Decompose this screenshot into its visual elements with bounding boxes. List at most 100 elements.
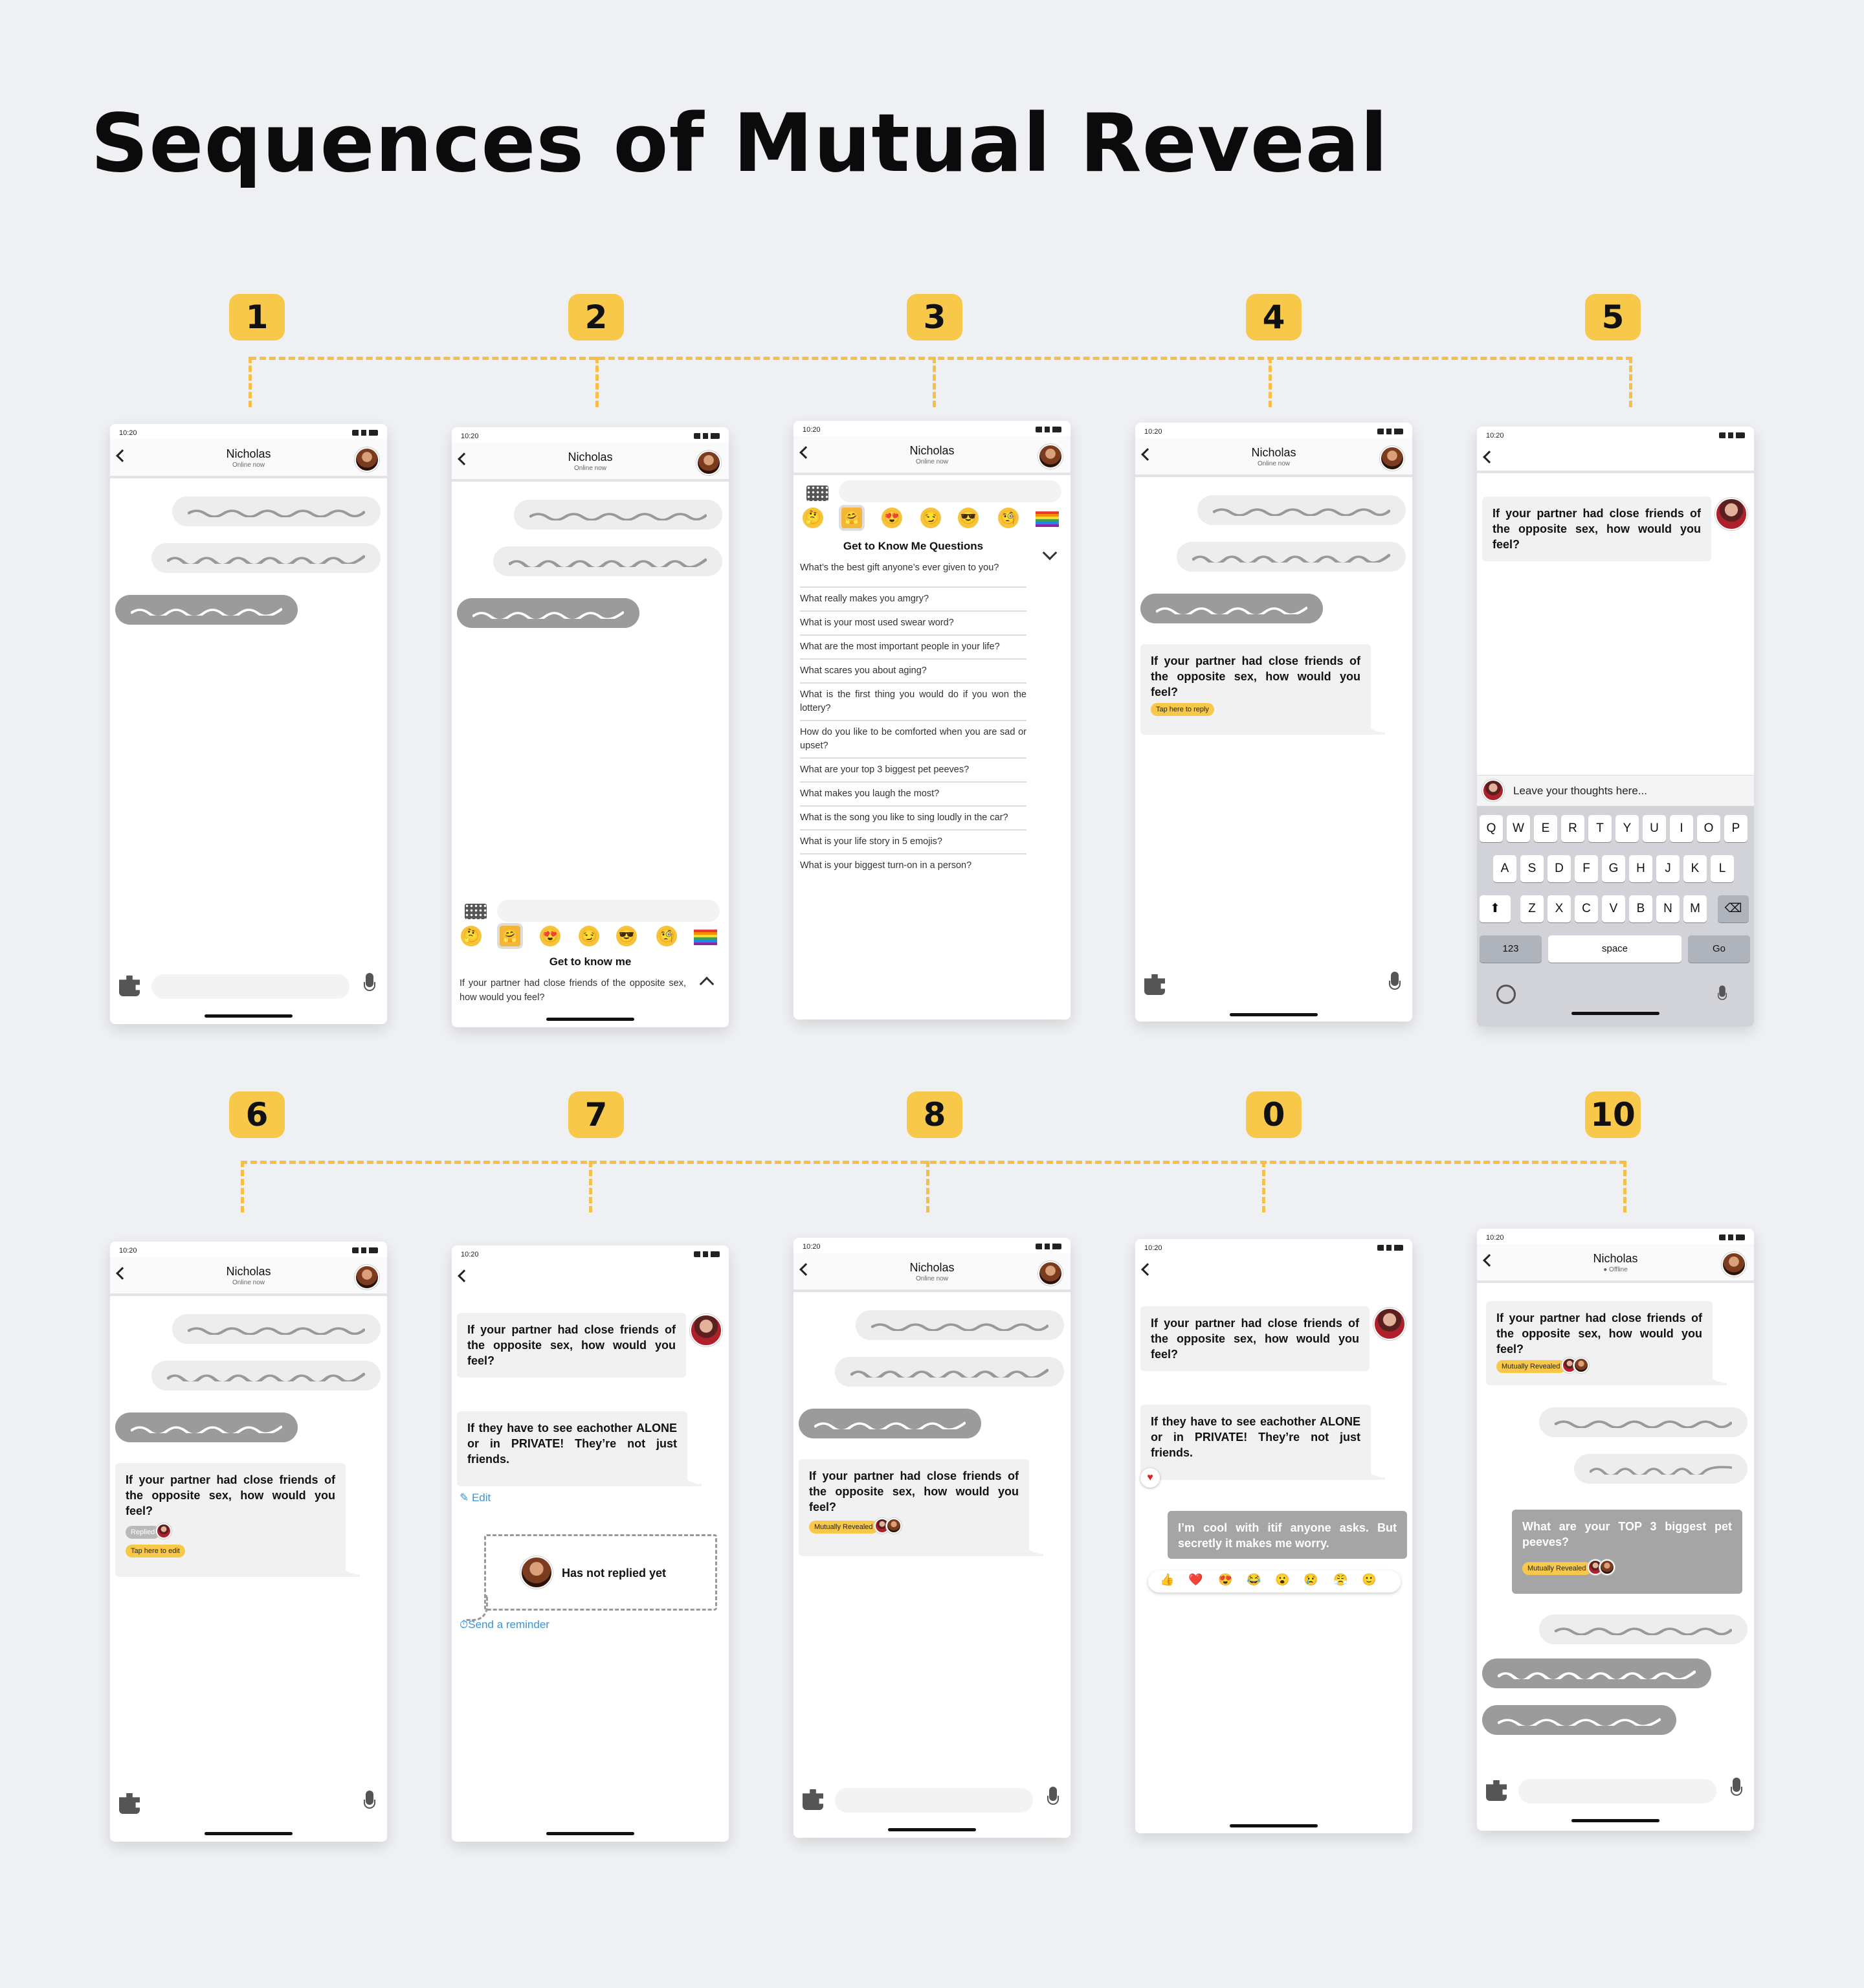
shift-key-icon[interactable]: ⬆ bbox=[1480, 895, 1511, 922]
suggested-question[interactable]: If your partner had close friends of the… bbox=[460, 976, 686, 1005]
key[interactable]: E bbox=[1534, 815, 1557, 842]
emoji-thinking[interactable]: 🤔 bbox=[803, 508, 823, 528]
key[interactable]: T bbox=[1588, 815, 1612, 842]
emoji-hug[interactable]: 🤗 bbox=[841, 508, 862, 528]
key[interactable]: F bbox=[1575, 855, 1598, 882]
puzzle-icon[interactable] bbox=[1144, 974, 1165, 995]
key[interactable]: S bbox=[1520, 855, 1544, 882]
keyboard-icon[interactable] bbox=[806, 486, 828, 501]
keyboard-icon[interactable] bbox=[465, 904, 487, 919]
key[interactable]: B bbox=[1629, 895, 1652, 922]
pride-flag-icon[interactable] bbox=[1036, 511, 1059, 527]
key[interactable]: J bbox=[1656, 855, 1680, 882]
gkm-question[interactable]: What scares you about aging? bbox=[800, 660, 1026, 684]
key[interactable]: X bbox=[1548, 895, 1571, 922]
gkm-question[interactable]: What makes you laugh the most? bbox=[800, 783, 1026, 807]
avatar[interactable] bbox=[1380, 446, 1404, 471]
message-input[interactable] bbox=[839, 480, 1061, 502]
puzzle-icon[interactable] bbox=[119, 1793, 140, 1814]
avatar[interactable] bbox=[1722, 1252, 1746, 1277]
key[interactable]: V bbox=[1602, 895, 1625, 922]
pride-flag-icon[interactable] bbox=[694, 930, 717, 945]
emoji-smirk[interactable]: 😏 bbox=[920, 508, 941, 528]
space-key[interactable]: space bbox=[1548, 935, 1681, 963]
emoji-smirk[interactable]: 😏 bbox=[579, 926, 599, 946]
mic-icon[interactable] bbox=[364, 973, 375, 995]
message-input[interactable] bbox=[835, 1788, 1033, 1813]
key[interactable]: C bbox=[1575, 895, 1598, 922]
angry-icon[interactable]: 😤 bbox=[1333, 1573, 1348, 1587]
gkm-question[interactable]: What are your top 3 biggest pet peeves? bbox=[800, 759, 1026, 783]
edit-link[interactable]: ✎ Edit bbox=[460, 1491, 491, 1504]
wow-icon[interactable]: 😮 bbox=[1275, 1573, 1289, 1587]
message-input[interactable] bbox=[1518, 1779, 1716, 1804]
puzzle-icon[interactable] bbox=[1486, 1780, 1507, 1801]
back-icon[interactable] bbox=[1483, 451, 1496, 463]
go-key[interactable]: Go bbox=[1688, 935, 1750, 963]
emoji-heart-eyes[interactable]: 😍 bbox=[882, 508, 902, 528]
message-input[interactable] bbox=[151, 974, 350, 999]
emoji-keyboard-icon[interactable] bbox=[1496, 985, 1516, 1004]
key[interactable]: L bbox=[1711, 855, 1734, 882]
gkm-question[interactable]: How do you like to be comforted when you… bbox=[800, 721, 1026, 759]
heart-icon[interactable]: ❤️ bbox=[1188, 1573, 1203, 1587]
key[interactable]: D bbox=[1548, 855, 1571, 882]
mic-icon[interactable] bbox=[1731, 1778, 1742, 1800]
question-bubble[interactable]: If your partner had close friends of the… bbox=[799, 1459, 1043, 1556]
key[interactable]: R bbox=[1561, 815, 1584, 842]
avatar[interactable] bbox=[355, 1265, 379, 1290]
gkm-question[interactable]: What is your most used swear word? bbox=[800, 612, 1026, 636]
avatar[interactable] bbox=[696, 451, 721, 475]
key[interactable]: I bbox=[1670, 815, 1693, 842]
emoji-monocle[interactable]: 🧐 bbox=[656, 926, 677, 946]
mic-icon[interactable] bbox=[364, 1791, 375, 1813]
gkm-question[interactable]: What really makes you amgry? bbox=[800, 588, 1026, 612]
back-icon[interactable] bbox=[458, 1269, 471, 1282]
key[interactable]: M bbox=[1683, 895, 1707, 922]
avatar[interactable] bbox=[1038, 1261, 1063, 1286]
smile-icon[interactable]: 🙂 bbox=[1362, 1573, 1376, 1587]
pet-peeves-bubble[interactable]: What are your TOP 3 biggest pet peeves? … bbox=[1512, 1510, 1742, 1594]
gkm-question[interactable]: What is the first thing you would do if … bbox=[800, 684, 1026, 721]
puzzle-icon[interactable] bbox=[803, 1789, 823, 1810]
heart-eyes-icon[interactable]: 😍 bbox=[1218, 1573, 1232, 1587]
message-input[interactable] bbox=[497, 900, 720, 922]
laugh-icon[interactable]: 😂 bbox=[1247, 1573, 1261, 1587]
key[interactable]: W bbox=[1507, 815, 1530, 842]
send-reminder-link[interactable]: ⏱Send a reminder bbox=[460, 1618, 549, 1631]
gkm-question[interactable]: What are the most important people in yo… bbox=[800, 636, 1026, 660]
tap-reply-badge[interactable]: Tap here to reply bbox=[1151, 703, 1214, 716]
numbers-key[interactable]: 123 bbox=[1480, 935, 1542, 963]
question-bubble[interactable]: If your partner had close friends of the… bbox=[1140, 644, 1385, 735]
gkm-question[interactable]: What is your life story in 5 emojis? bbox=[800, 831, 1026, 854]
key[interactable]: Y bbox=[1615, 815, 1639, 842]
gkm-question[interactable]: What is the song you like to sing loudly… bbox=[800, 807, 1026, 831]
key[interactable]: A bbox=[1493, 855, 1516, 882]
emoji-heart-eyes[interactable]: 😍 bbox=[540, 926, 560, 946]
emoji-hug[interactable]: 🤗 bbox=[500, 926, 520, 946]
thumbs-up-icon[interactable]: 👍 bbox=[1160, 1573, 1174, 1587]
mic-icon[interactable] bbox=[1047, 1787, 1059, 1809]
mic-icon[interactable] bbox=[1717, 985, 1727, 1003]
mic-icon[interactable] bbox=[1389, 972, 1401, 994]
key[interactable]: H bbox=[1629, 855, 1652, 882]
chevron-up-icon[interactable] bbox=[699, 976, 715, 992]
avatar[interactable] bbox=[355, 447, 379, 472]
emoji-sunglasses[interactable]: 😎 bbox=[958, 508, 979, 528]
emoji-thinking[interactable]: 🤔 bbox=[461, 926, 482, 946]
question-bubble[interactable]: If your partner had close friends of the… bbox=[1486, 1301, 1727, 1385]
avatar[interactable] bbox=[1038, 444, 1063, 469]
back-icon[interactable] bbox=[1141, 1263, 1154, 1276]
emoji-sunglasses[interactable]: 😎 bbox=[616, 926, 637, 946]
backspace-key-icon[interactable]: ⌫ bbox=[1718, 895, 1749, 922]
key[interactable]: O bbox=[1697, 815, 1720, 842]
key[interactable]: P bbox=[1724, 815, 1748, 842]
key[interactable]: G bbox=[1602, 855, 1625, 882]
key[interactable]: Q bbox=[1480, 815, 1503, 842]
emoji-monocle[interactable]: 🧐 bbox=[998, 508, 1019, 528]
sad-icon[interactable]: 😢 bbox=[1304, 1573, 1318, 1587]
heart-icon[interactable]: ♥ bbox=[1140, 1468, 1160, 1488]
question-bubble[interactable]: If your partner had close friends of the… bbox=[115, 1463, 360, 1577]
key[interactable]: U bbox=[1643, 815, 1666, 842]
key[interactable]: Z bbox=[1520, 895, 1544, 922]
